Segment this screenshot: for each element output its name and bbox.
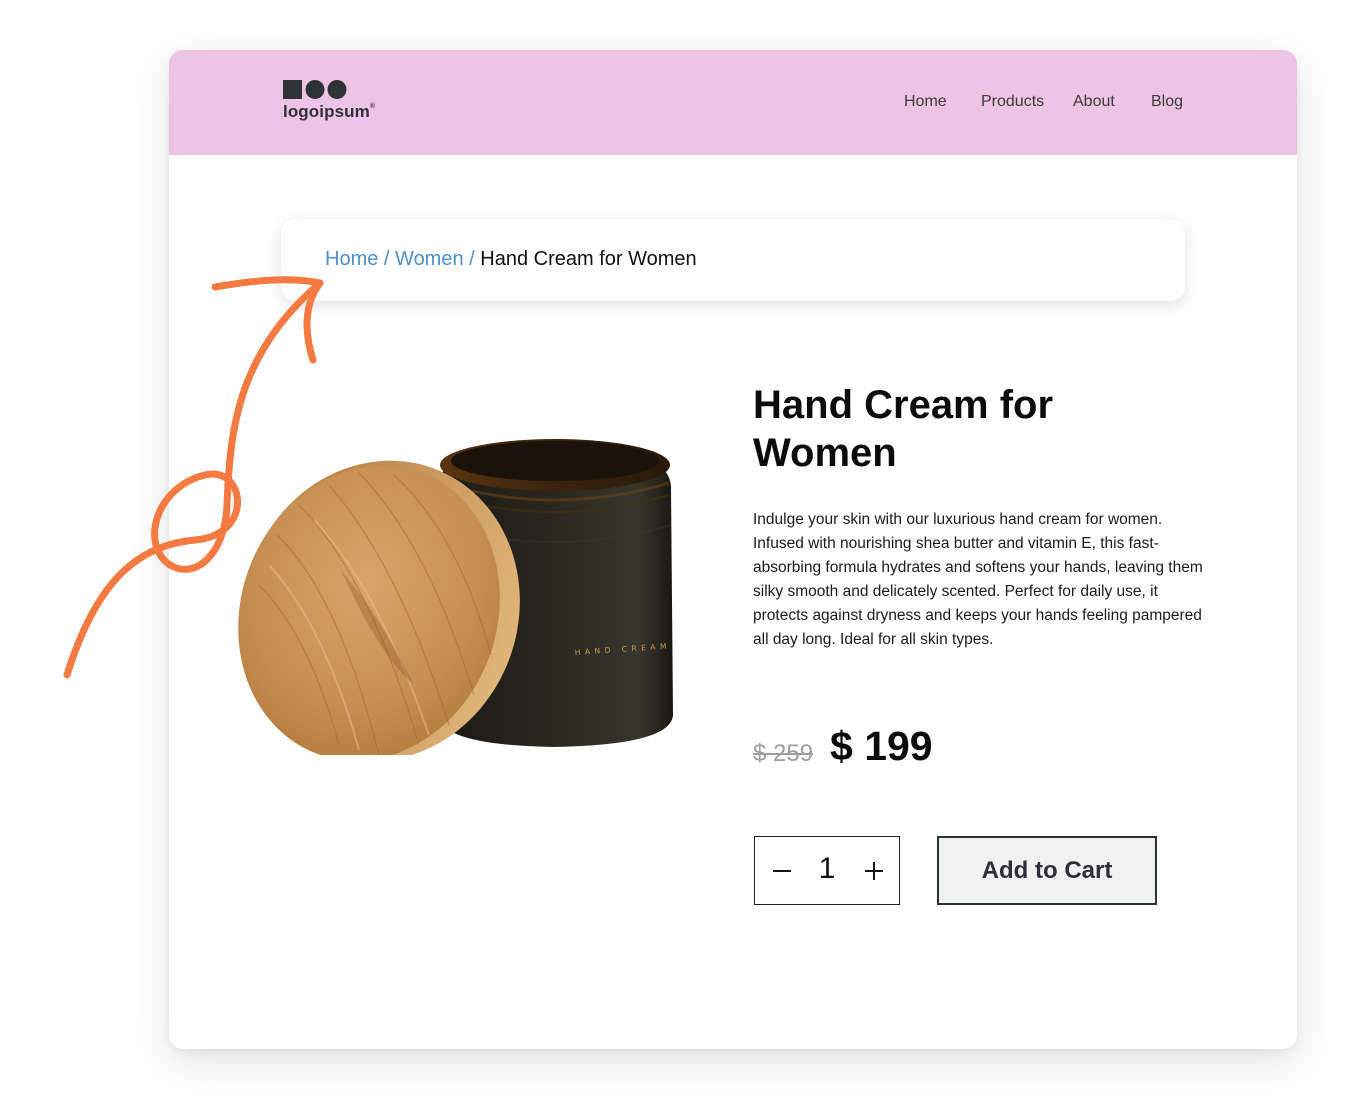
nav-products-link[interactable]: Products [981, 93, 1044, 111]
breadcrumb-separator: / [383, 248, 390, 270]
nav-home-link[interactable]: Home [904, 93, 947, 111]
breadcrumb-separator: / [469, 248, 475, 270]
decrease-quantity-button[interactable] [768, 856, 796, 884]
site-header: logoipsum® Home Products About Blog [169, 50, 1297, 155]
quantity-value[interactable]: 1 [805, 852, 849, 886]
annotation-arrow-icon [63, 276, 324, 679]
breadcrumb-women-link[interactable]: Women [395, 248, 464, 270]
main-nav: Home Products About Blog [169, 93, 1297, 115]
breadcrumb-current: Hand Cream for Women [480, 248, 697, 270]
breadcrumb: Home / Women / Hand Cream for Women [325, 248, 697, 271]
nav-blog-link[interactable]: Blog [1151, 93, 1183, 111]
quantity-stepper: 1 [754, 836, 900, 905]
product-description: Indulge your skin with our luxurious han… [753, 511, 1203, 648]
original-price: $ 259 [753, 740, 814, 767]
add-to-cart-button[interactable]: Add to Cart [937, 836, 1157, 905]
nav-about-link[interactable]: About [1073, 93, 1115, 111]
breadcrumb-container: Home / Women / Hand Cream for Women [281, 219, 1185, 301]
minus-icon [773, 870, 791, 872]
product-title: Hand Cream for Women [753, 383, 1054, 475]
sale-price: $ 199 [830, 723, 933, 769]
plus-icon [865, 862, 883, 880]
increase-quantity-button[interactable] [860, 856, 888, 884]
